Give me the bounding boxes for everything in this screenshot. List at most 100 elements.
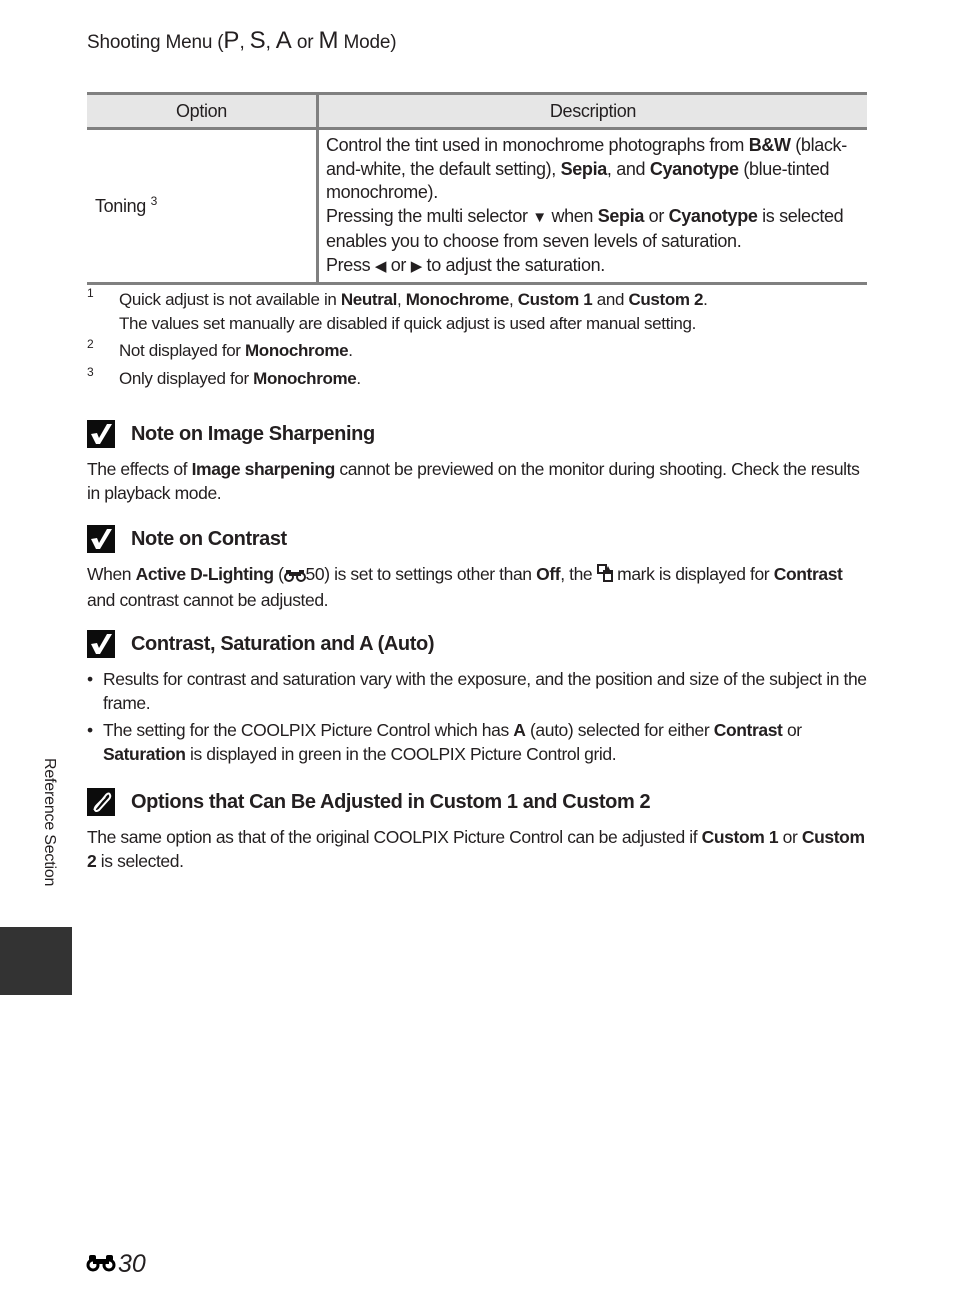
active-d-lighting-mark-icon [596, 564, 613, 589]
options-custom-1-2: Options that Can Be Adjusted in Custom 1… [87, 786, 867, 873]
section-title: Note on Image Sharpening [131, 422, 375, 445]
description-cell: Control the tint used in monochrome phot… [317, 128, 867, 286]
side-tab-marker [0, 927, 72, 995]
footnote: 1 Quick adjust is not available in Neutr… [87, 286, 867, 335]
text: Quick adjust is not available in [119, 290, 341, 309]
footnote: 2 Not displayed for Monochrome. [87, 337, 867, 363]
pencil-clip-icon [87, 788, 115, 816]
bold-term: Custom 1 [517, 290, 593, 309]
note-image-sharpening: Note on Image Sharpening The effects of … [87, 418, 867, 505]
checkmark-icon [87, 630, 115, 658]
text: or [386, 254, 411, 275]
text: , the [560, 564, 597, 584]
bold-term: Sepia [560, 158, 608, 179]
text: or [644, 206, 669, 227]
bold-term: Active D-Lighting [135, 564, 274, 584]
text: and [592, 290, 629, 309]
text: . [703, 290, 708, 309]
bold-term: B&W [748, 135, 791, 155]
text: . [356, 368, 361, 388]
text: ) is set to settings other than [324, 564, 537, 584]
footnotes: 1 Quick adjust is not available in Neutr… [87, 286, 867, 394]
text: when [546, 206, 598, 227]
bold-term: Cyanotype [649, 158, 739, 179]
text: Results for contrast and saturation vary… [103, 669, 867, 713]
footnote-ref: 3 [150, 193, 158, 208]
bullet-item: The setting for the COOLPIX Picture Cont… [87, 719, 867, 766]
text: or [778, 827, 802, 847]
down-arrow-icon: ▼ [532, 209, 547, 227]
bold-term: Saturation [103, 744, 186, 765]
separator: , [239, 32, 250, 53]
reference-binoculars-icon [283, 565, 306, 589]
header-text: Mode) [338, 32, 397, 53]
section-title: Contrast, Saturation and A (Auto) [131, 632, 435, 655]
side-tab-label: Reference Section [41, 758, 58, 887]
bold-term: Contrast [773, 564, 843, 584]
mode-m: M [318, 27, 339, 54]
bold-term: Cyanotype [668, 206, 758, 227]
page-reference-link[interactable]: 50 [306, 564, 325, 584]
separator: or [291, 32, 319, 53]
text: Pressing the multi selector [326, 206, 533, 227]
bold-term: Custom 1 [701, 827, 779, 847]
section-body: Results for contrast and saturation vary… [87, 668, 867, 767]
text: (auto) selected for either [525, 720, 714, 741]
text: ( [273, 564, 284, 584]
text: The values set manually are disabled if … [119, 313, 697, 333]
bold-term: Sepia [597, 206, 645, 227]
section-body: The effects of Image sharpening cannot b… [87, 458, 867, 505]
text: , [396, 290, 406, 309]
mode-s: S [249, 27, 266, 54]
text: Control the tint used in monochrome phot… [326, 135, 749, 155]
table-row: Toning 3 Control the tint used in monoch… [87, 128, 867, 286]
bold-term: A [513, 720, 526, 741]
bold-term: Monochrome [245, 341, 349, 360]
right-arrow-icon: ▶ [410, 257, 423, 275]
option-name: Toning [95, 195, 146, 216]
separator: , [265, 32, 276, 53]
text: The same option as that of the original … [87, 827, 702, 847]
options-table: Option Description Toning 3 Control the … [87, 92, 867, 286]
section-title: Options that Can Be Adjusted in Custom 1… [131, 790, 651, 813]
checkmark-icon [87, 420, 115, 448]
left-arrow-icon: ◀ [374, 257, 387, 275]
reference-binoculars-icon [86, 1250, 116, 1279]
mode-p: P [223, 27, 240, 54]
option-cell: Toning 3 [87, 128, 319, 286]
column-header-option: Option [87, 92, 319, 130]
page-number: 30 [86, 1250, 146, 1279]
text: and contrast cannot be adjusted. [87, 589, 329, 610]
text: Not displayed for [119, 341, 245, 360]
bold-term: Image sharpening [191, 459, 336, 479]
text: The setting for the COOLPIX Picture Cont… [103, 720, 514, 741]
page-header: Shooting Menu (P, S, A or M Mode) [87, 27, 397, 55]
text: , [508, 290, 518, 309]
footnote-number: 1 [87, 286, 94, 300]
footnote-number: 3 [87, 364, 94, 379]
footnote: 3 Only displayed for Monochrome. [87, 365, 867, 391]
text: to adjust the saturation. [421, 254, 606, 275]
text: is displayed in green in the COOLPIX Pic… [185, 744, 617, 765]
bold-term: Monochrome [405, 290, 510, 309]
text: Press [326, 254, 375, 275]
bold-term: Monochrome [253, 368, 357, 388]
column-header-description: Description [317, 92, 867, 130]
bold-term: Contrast [713, 720, 783, 741]
note-contrast: Note on Contrast When Active D-Lighting … [87, 523, 867, 612]
bold-term: Custom 2 [628, 290, 704, 309]
section-title: Note on Contrast [131, 527, 287, 550]
bold-term: Off [536, 564, 561, 584]
text: Only displayed for [119, 368, 254, 388]
page-number-value: 30 [118, 1250, 146, 1278]
text: is selected. [96, 850, 184, 871]
text: mark is displayed for [612, 564, 774, 584]
table-header-row: Option Description [87, 92, 867, 130]
text: or [782, 720, 802, 741]
section-body: The same option as that of the original … [87, 826, 867, 873]
mode-a: A [275, 27, 292, 54]
section-body: When Active D-Lighting (50) is set to se… [87, 563, 867, 612]
bullet-item: Results for contrast and saturation vary… [87, 668, 867, 715]
contrast-saturation-auto: Contrast, Saturation and A (Auto) Result… [87, 628, 867, 771]
text: , and [606, 158, 650, 179]
